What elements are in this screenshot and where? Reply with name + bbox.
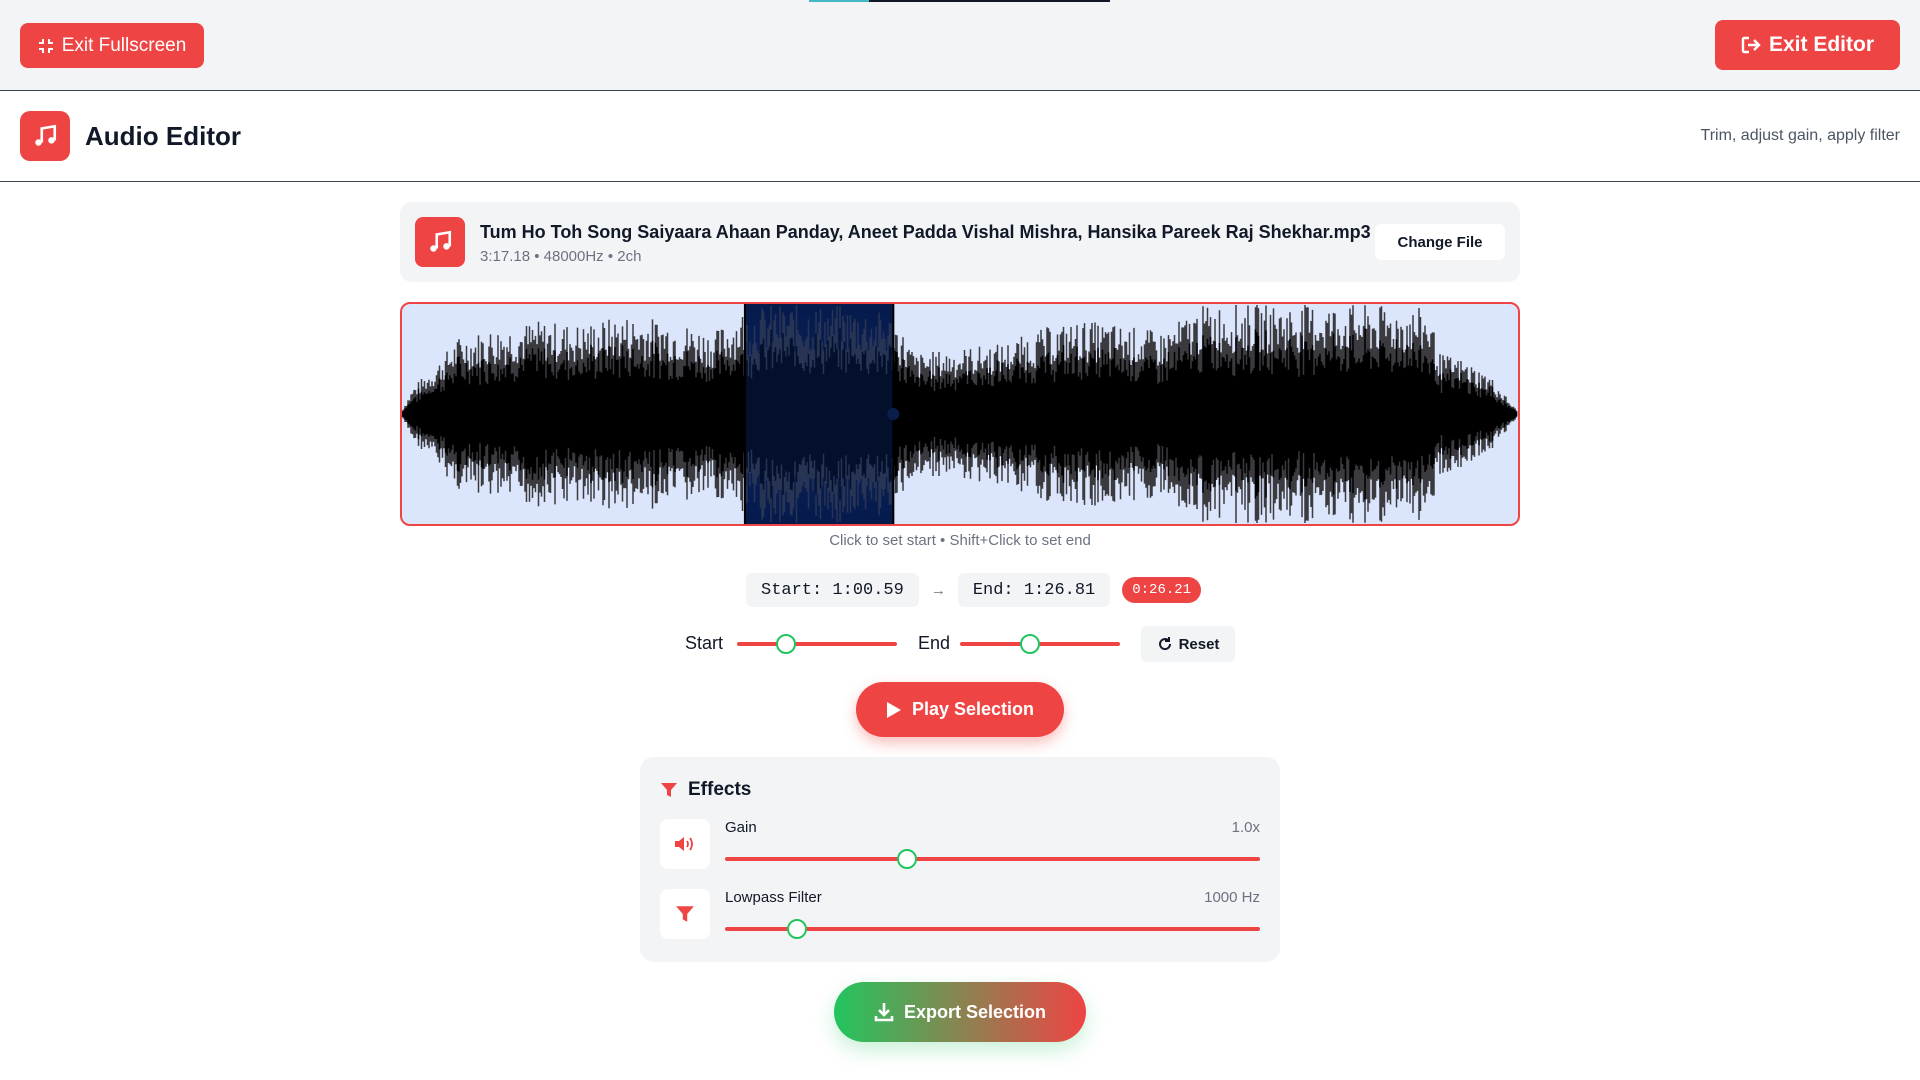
play-selection-button[interactable]: Play Selection — [856, 682, 1064, 737]
gain-value: 1.0x — [1231, 819, 1260, 836]
page-subtitle: Trim, adjust gain, apply filter — [1700, 127, 1900, 144]
volume-icon — [660, 819, 710, 869]
filter-icon — [660, 889, 710, 939]
effects-header: Effects — [660, 779, 751, 801]
start-slider[interactable] — [737, 642, 897, 646]
gain-slider-thumb[interactable] — [896, 849, 917, 869]
exit-fullscreen-label: Exit Fullscreen — [61, 34, 187, 56]
sign-out-icon — [1741, 36, 1761, 54]
file-info-card: Tum Ho Toh Song Saiyaara Ahaan Panday, A… — [400, 202, 1520, 282]
change-file-button[interactable]: Change File — [1375, 224, 1505, 260]
music-note-icon — [35, 124, 57, 146]
start-time: Start: 1:00.59 — [746, 573, 919, 607]
loading-progress — [809, 0, 1110, 2]
reset-icon — [1158, 637, 1171, 651]
end-slider-label: End — [918, 633, 951, 653]
lowpass-slider-thumb[interactable] — [787, 919, 808, 939]
arrow-right-icon: → — [930, 581, 946, 599]
page-title: Audio Editor — [85, 121, 241, 151]
file-icon — [415, 217, 465, 267]
exit-fullscreen-button[interactable]: Exit Fullscreen — [20, 23, 204, 68]
download-icon — [874, 1003, 894, 1022]
exit-editor-button[interactable]: Exit Editor — [1715, 20, 1900, 70]
gain-label: Gain — [725, 819, 757, 836]
music-note-icon — [430, 230, 452, 252]
waveform-canvas[interactable] — [400, 302, 1520, 526]
export-selection-label: Export Selection — [903, 1001, 1047, 1022]
effects-title: Effects — [688, 779, 752, 800]
play-selection-label: Play Selection — [911, 699, 1035, 719]
gain-control: Gain 1.0x — [660, 819, 1260, 869]
start-slider-label: Start — [685, 633, 724, 653]
start-slider-thumb[interactable] — [776, 634, 797, 654]
waveform-hint: Click to set start • Shift+Click to set … — [829, 532, 1091, 549]
app-logo — [20, 111, 70, 161]
collapse-icon — [38, 38, 53, 53]
waveform-svg[interactable] — [402, 304, 1518, 524]
playhead-dot[interactable] — [887, 408, 900, 420]
exit-editor-label: Exit Editor — [1768, 33, 1874, 56]
selection-times: Start: 1:00.59 → End: 1:26.81 0:26.21 — [746, 573, 1202, 607]
effects-panel: Effects Gain 1.0x Lowpass Filter 1000 Hz — [640, 757, 1280, 962]
lowpass-label: Lowpass Filter — [725, 889, 822, 906]
end-time: End: 1:26.81 — [957, 573, 1111, 607]
lowpass-control: Lowpass Filter 1000 Hz — [660, 889, 1260, 939]
top-bar: Exit Fullscreen Exit Editor — [0, 0, 1920, 91]
lowpass-value: 1000 Hz — [1204, 889, 1260, 906]
selection-overlay — [744, 304, 894, 524]
end-slider-thumb[interactable] — [1020, 634, 1041, 654]
app-header: Audio Editor Trim, adjust gain, apply fi… — [0, 91, 1920, 182]
waveform-body — [402, 328, 1518, 500]
file-meta: 3:17.18 • 48000Hz • 2ch — [480, 248, 642, 265]
filter-icon — [661, 783, 677, 797]
export-selection-button[interactable]: Export Selection — [834, 982, 1086, 1042]
file-name: Tum Ho Toh Song Saiyaara Ahaan Panday, A… — [480, 222, 1371, 242]
duration-badge: 0:26.21 — [1122, 577, 1202, 603]
reset-label: Reset — [1178, 635, 1220, 653]
play-icon — [886, 701, 901, 718]
gain-slider[interactable] — [725, 857, 1260, 861]
reset-button[interactable]: Reset — [1141, 626, 1235, 662]
